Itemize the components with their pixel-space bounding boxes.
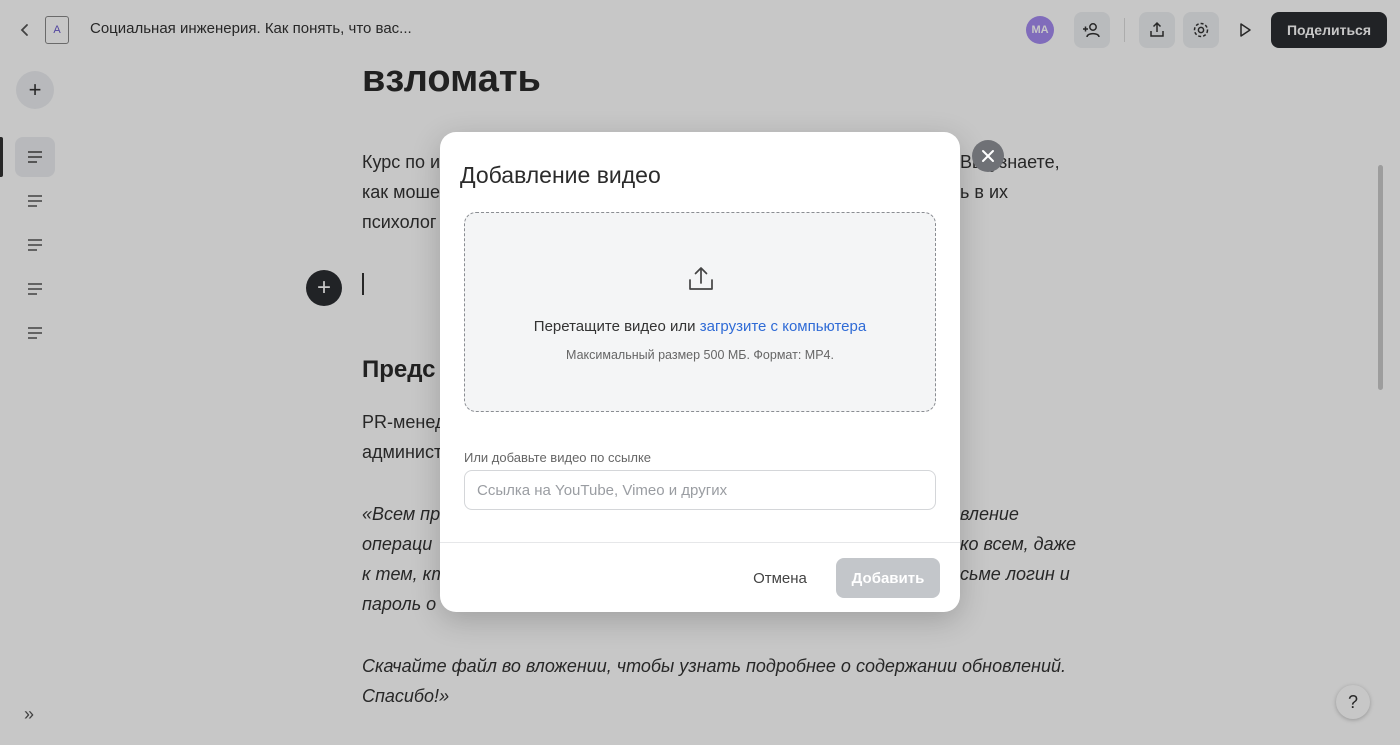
drop-instructions: Перетащите видео или загрузите с компьют… (465, 318, 935, 335)
video-link-input[interactable] (464, 470, 936, 510)
close-dialog-button[interactable] (972, 140, 1004, 172)
cancel-button[interactable]: Отмена (740, 558, 820, 598)
add-button[interactable]: Добавить (836, 558, 940, 598)
dialog-title: Добавление видео (460, 162, 661, 188)
upload-limits-hint: Максимальный размер 500 МБ. Формат: MP4. (566, 348, 834, 362)
drop-text: Перетащите видео или (533, 318, 700, 335)
video-link-label: Или добавьте видео по ссылке (464, 450, 652, 465)
video-dropzone[interactable]: Перетащите видео или загрузите с компьют… (464, 212, 936, 412)
add-video-dialog: Добавление видео Перетащите видео или за… (440, 132, 960, 612)
close-icon (982, 150, 994, 162)
dialog-footer-divider (440, 542, 960, 543)
upload-icon (689, 267, 713, 290)
upload-from-computer-link[interactable]: загрузите с компьютера (700, 318, 866, 335)
